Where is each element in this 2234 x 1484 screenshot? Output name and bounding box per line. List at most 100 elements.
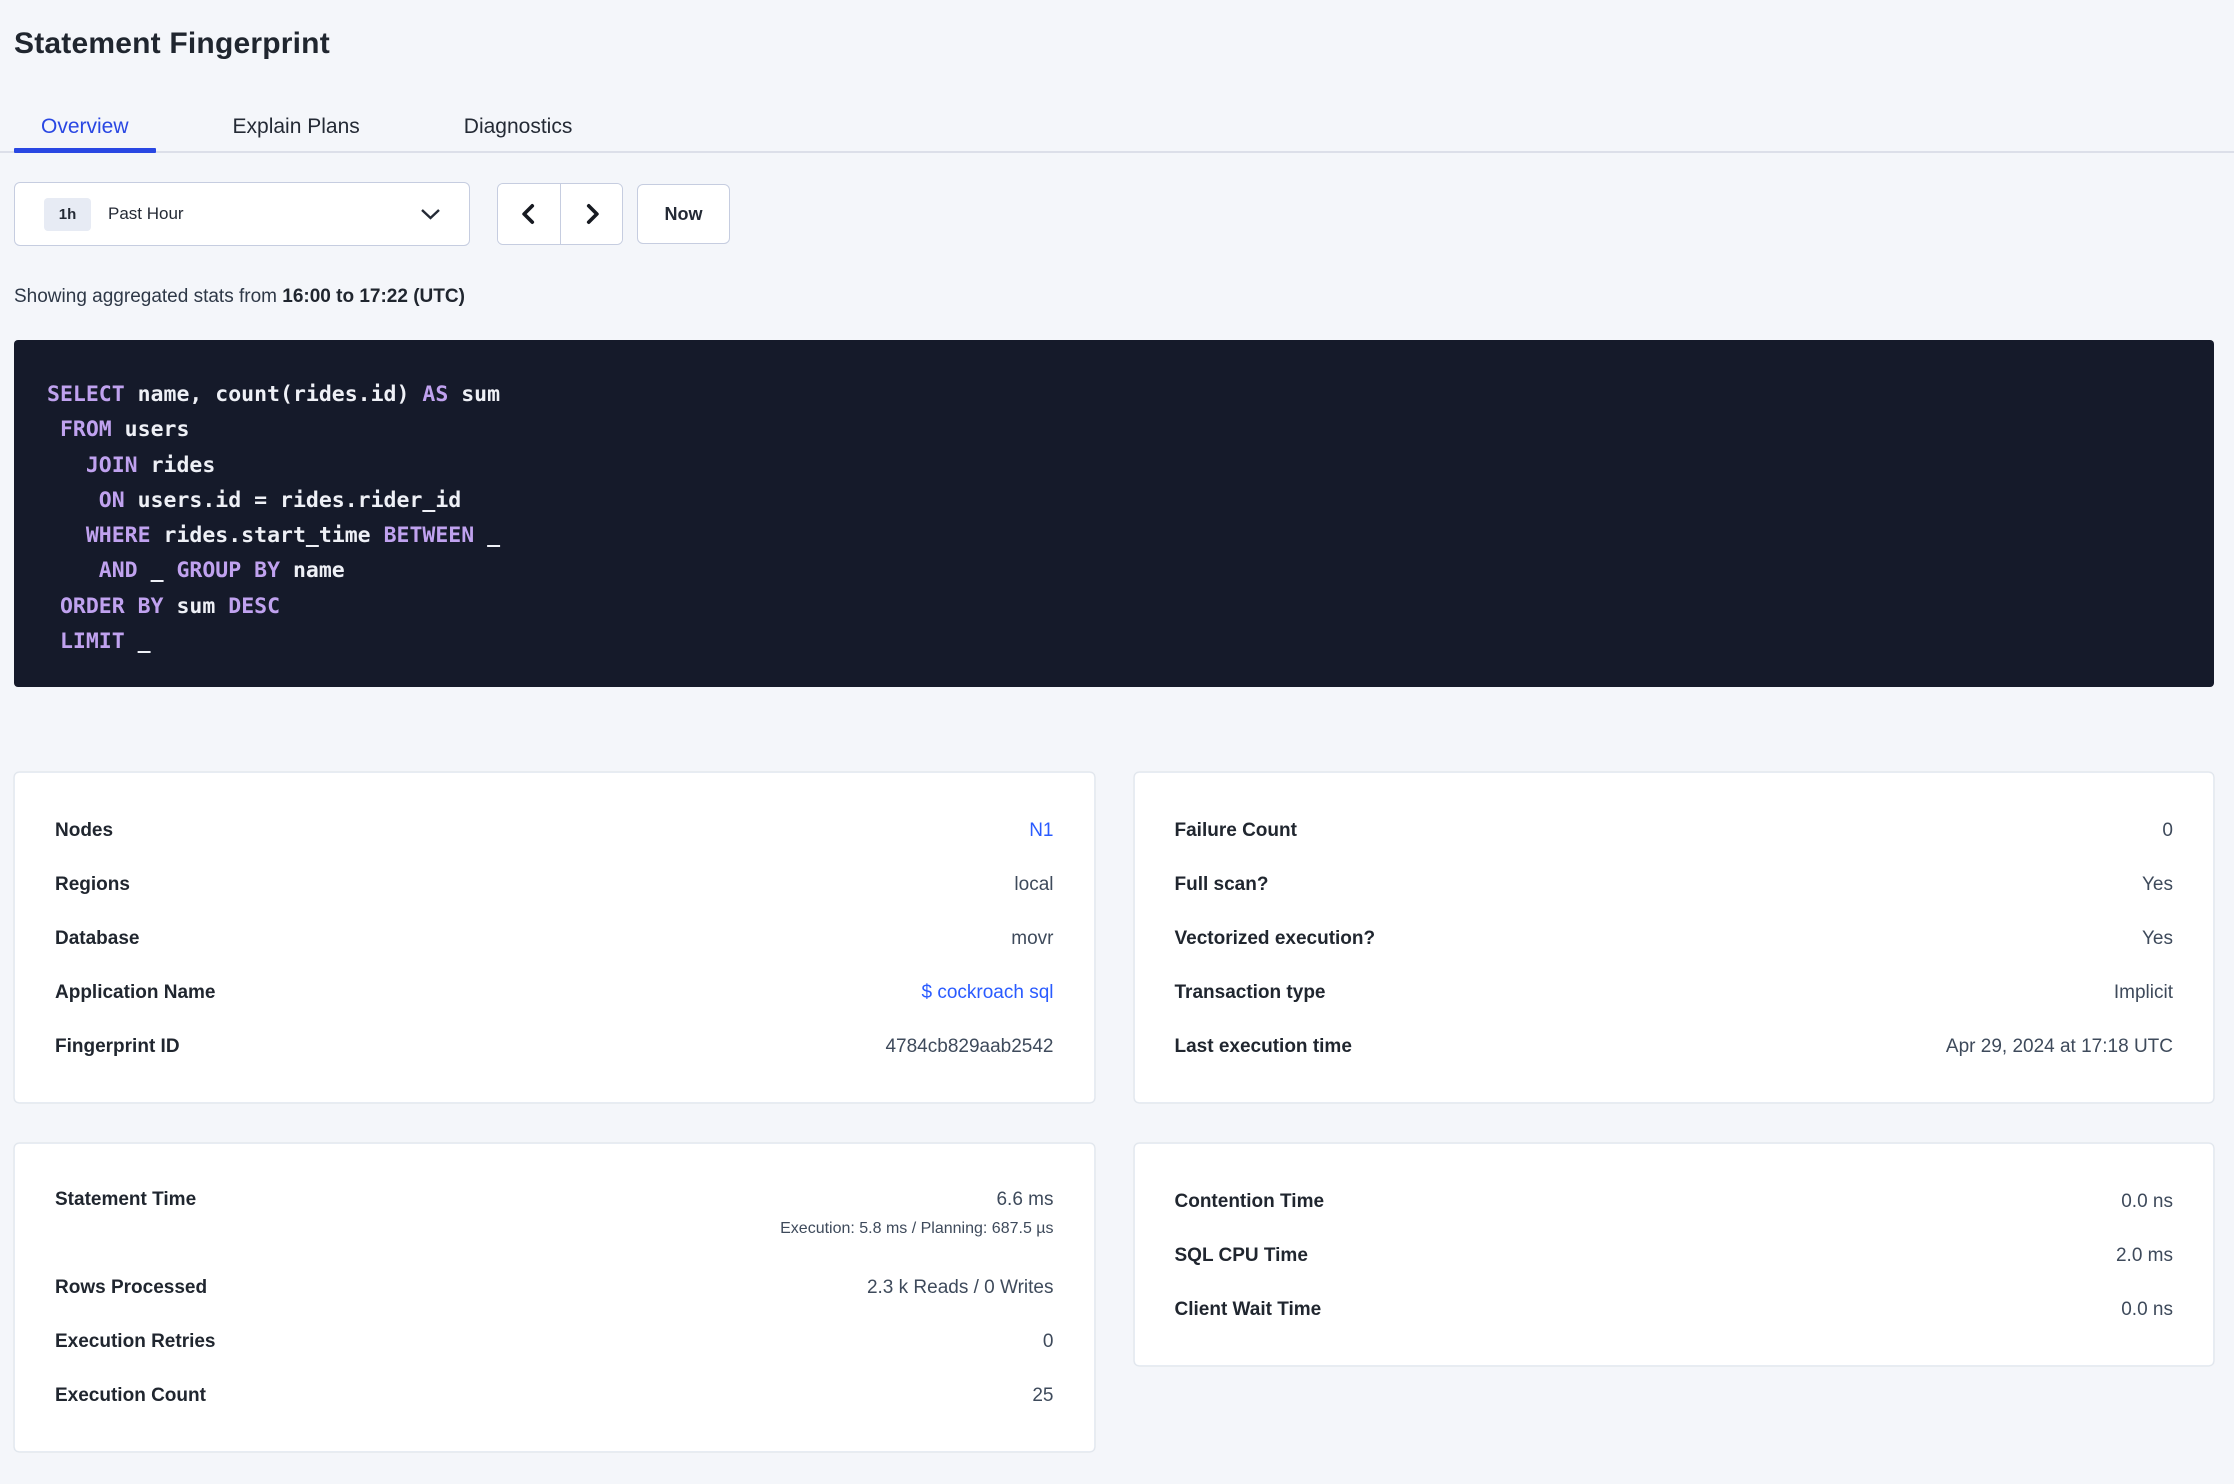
info-value-wrap: 0.0 ns — [2121, 1190, 2173, 1214]
now-button[interactable]: Now — [637, 184, 730, 244]
tab-diagnostics[interactable]: Diagnostics — [437, 101, 600, 153]
info-row-database: Database movr — [55, 912, 1054, 966]
info-label: Statement Time — [55, 1189, 197, 1210]
stats-note-prefix: Showing aggregated stats from — [14, 286, 283, 307]
info-label: Execution Count — [55, 1385, 206, 1406]
info-row-statement-time: Statement Time 6.6 ms Execution: 5.8 ms / … — [55, 1175, 1054, 1261]
info-value: Implicit — [2113, 982, 2173, 1003]
time-range-label: Past Hour — [108, 204, 184, 223]
info-label: Vectorized execution? — [1174, 928, 1376, 949]
info-value-wrap: 0 — [1043, 1330, 1054, 1354]
info-row-application-name: Application Name $ cockroach sql — [55, 966, 1054, 1020]
info-value-wrap: N1 — [1029, 819, 1053, 843]
sql-line: ORDER BY sum DESC — [47, 589, 2181, 624]
sql-keyword: AND — [98, 558, 138, 584]
details-panels: Nodes N1 Regions local Database movr Applicati… — [14, 772, 2214, 1452]
info-value-wrap: 25 — [1032, 1384, 1053, 1408]
chevron-left-icon — [522, 204, 535, 224]
info-label: Nodes — [55, 820, 114, 841]
info-label: Transaction type — [1174, 982, 1326, 1003]
panel-execution-attributes: Failure Count 0 Full scan? Yes Vectorized ex… — [1133, 772, 2214, 1103]
info-value-wrap: Yes — [2142, 873, 2173, 897]
info-row-last-execution-time: Last execution time Apr 29, 2024 at 17:18… — [1175, 1020, 2174, 1074]
info-row-vectorized-execution: Vectorized execution? Yes — [1175, 912, 2174, 966]
sql-token: name, count(rides.id) — [124, 382, 423, 407]
sql-token: sum — [163, 593, 229, 619]
info-value: 0 — [2162, 820, 2173, 841]
sql-keyword: WHERE — [85, 523, 151, 549]
sql-statement-box: SELECT name, count(rides.id) AS sum FROM… — [14, 340, 2214, 687]
sql-keyword: GROUP BY — [176, 558, 281, 584]
tab-overview[interactable]: Overview — [14, 101, 156, 153]
info-value: local — [1014, 874, 1054, 895]
info-value-link[interactable]: $ cockroach sql — [921, 982, 1053, 1003]
info-value: 6.6 ms — [996, 1189, 1054, 1210]
info-value-wrap: Apr 29, 2024 at 17:18 UTC — [1946, 1035, 2173, 1059]
info-value-link[interactable]: N1 — [1029, 820, 1053, 841]
info-row-nodes: Nodes N1 — [55, 804, 1054, 858]
info-value: 25 — [1032, 1385, 1054, 1406]
info-label: Database — [55, 928, 140, 949]
sql-line: ON users.id = rides.rider_id — [47, 483, 2181, 518]
sql-line: FROM users — [47, 412, 2181, 447]
sql-token: users.id = rides.rider_id — [124, 487, 462, 513]
info-label: SQL CPU Time — [1174, 1245, 1308, 1266]
info-value-wrap: local — [1014, 873, 1053, 897]
sql-keyword: BETWEEN — [383, 523, 475, 549]
info-value: Yes — [2142, 928, 2173, 949]
sql-token: _ — [474, 523, 501, 549]
sql-keyword: ORDER BY — [59, 593, 164, 619]
info-label: Client Wait Time — [1174, 1299, 1322, 1320]
info-label: Contention Time — [1174, 1191, 1325, 1212]
info-row-full-scan: Full scan? Yes — [1175, 858, 2174, 912]
info-row-execution-count: Execution Count 25 — [55, 1369, 1054, 1423]
panel-statement-times: Statement Time 6.6 ms Execution: 5.8 ms / … — [14, 1143, 1095, 1452]
sql-statement-code: SELECT name, count(rides.id) AS sum FROM… — [47, 377, 2181, 659]
panel-wait-times: Contention Time 0.0 ns SQL CPU Time 2.0 ms C… — [1133, 1143, 2214, 1366]
info-value-wrap: 2.3 k Reads / 0 Writes — [867, 1276, 1054, 1300]
sql-token: rides.start_time — [150, 523, 384, 549]
info-value: 0.0 ns — [2121, 1191, 2173, 1212]
info-value-wrap: movr — [1011, 927, 1053, 951]
tab-explain-plans[interactable]: Explain Plans — [206, 101, 387, 153]
info-row-sql-cpu-time: SQL CPU Time 2.0 ms — [1175, 1229, 2174, 1283]
sql-keyword: LIMIT — [59, 629, 125, 655]
sql-token: _ — [137, 558, 177, 584]
previous-time-range-button[interactable] — [498, 184, 560, 244]
sql-keyword: FROM — [59, 417, 112, 443]
info-value-wrap: Yes — [2142, 927, 2173, 951]
info-value: 4784cb829aab2542 — [885, 1036, 1054, 1057]
info-value: movr — [1011, 928, 1054, 949]
info-value-wrap: $ cockroach sql — [921, 981, 1053, 1005]
sql-keyword: SELECT — [47, 382, 125, 407]
info-value: Apr 29, 2024 at 17:18 UTC — [1945, 1036, 2173, 1057]
info-label: Rows Processed — [55, 1277, 208, 1298]
info-label: Last execution time — [1174, 1036, 1352, 1057]
info-label: Execution Retries — [55, 1331, 216, 1352]
info-value-wrap: 0.0 ns — [2121, 1298, 2173, 1322]
sql-keyword: JOIN — [85, 452, 138, 478]
sql-line: AND _ GROUP BY name — [47, 553, 2181, 588]
sql-line: JOIN rides — [47, 448, 2181, 483]
info-value-wrap: 2.0 ms — [2116, 1244, 2173, 1268]
info-row-rows-processed: Rows Processed 2.3 k Reads / 0 Writes — [55, 1261, 1054, 1315]
info-value: 0.0 ns — [2121, 1299, 2173, 1320]
info-label: Fingerprint ID — [55, 1036, 180, 1057]
sql-token: _ — [124, 629, 151, 655]
next-time-range-button[interactable] — [560, 184, 622, 244]
panel-statement-details: Nodes N1 Regions local Database movr Applicati… — [14, 772, 1095, 1103]
info-row-execution-retries: Execution Retries 0 — [55, 1315, 1054, 1369]
aggregated-stats-note: Showing aggregated stats from 16:00 to 1… — [14, 286, 2214, 308]
info-value-wrap: 4784cb829aab2542 — [885, 1035, 1053, 1059]
info-value: 0 — [1042, 1331, 1054, 1352]
sql-keyword: DESC — [228, 593, 281, 619]
time-range-select[interactable]: 1h Past Hour — [14, 182, 470, 246]
info-label: Full scan? — [1174, 874, 1269, 895]
info-label: Regions — [55, 874, 130, 895]
sql-keyword: AS — [422, 382, 449, 407]
